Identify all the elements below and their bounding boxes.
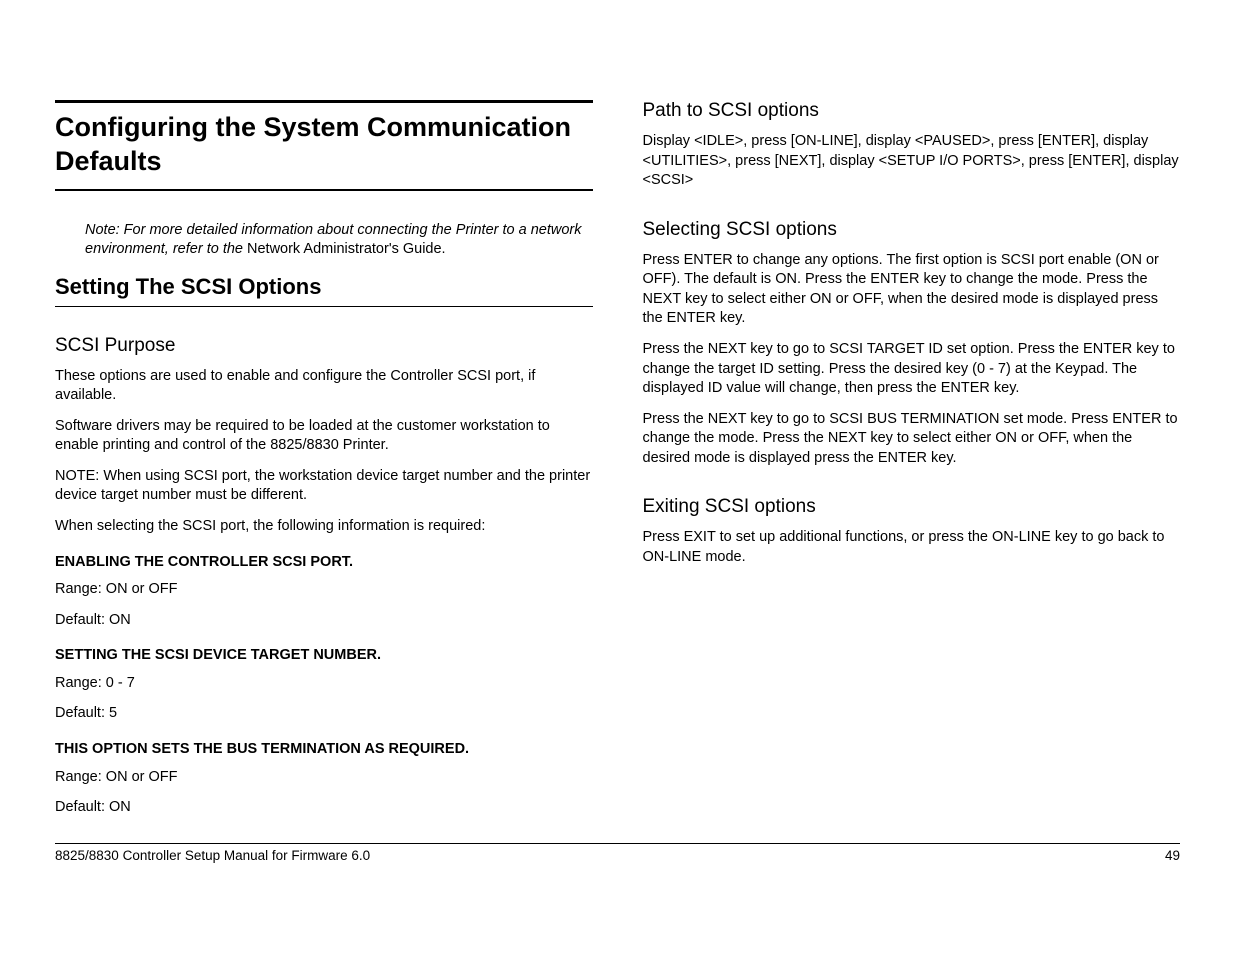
option-heading: SETTING THE SCSI DEVICE TARGET NUMBER. [55, 646, 593, 666]
note-roman: Network Administrator's Guide. [247, 241, 446, 257]
body-text: When selecting the SCSI port, the follow… [55, 517, 593, 537]
subsection-heading: SCSI Purpose [55, 335, 593, 357]
section-heading: Setting The SCSI Options [55, 274, 593, 307]
body-text: Press the NEXT key to go to SCSI BUS TER… [643, 410, 1181, 469]
option-range: Range: 0 - 7 [55, 674, 593, 694]
subsection-heading: Exiting SCSI options [643, 496, 1181, 518]
left-column: Configuring the System Communication Def… [55, 100, 593, 840]
option-range: Range: ON or OFF [55, 768, 593, 788]
subsection-heading: Path to SCSI options [643, 100, 1181, 122]
body-text: Software drivers may be required to be l… [55, 417, 593, 456]
option-range: Range: ON or OFF [55, 580, 593, 600]
subsection-heading: Selecting SCSI options [643, 219, 1181, 241]
option-default: Default: 5 [55, 704, 593, 724]
option-heading: THIS OPTION SETS THE BUS TERMINATION AS … [55, 740, 593, 760]
right-column: Path to SCSI options Display <IDLE>, pre… [643, 100, 1181, 840]
page-number: 49 [1165, 848, 1180, 863]
page-footer: 8825/8830 Controller Setup Manual for Fi… [55, 843, 1180, 863]
note-paragraph: Note: For more detailed information abou… [85, 221, 593, 260]
body-text: Press EXIT to set up additional function… [643, 528, 1181, 567]
chapter-title: Configuring the System Communication Def… [55, 100, 593, 191]
option-default: Default: ON [55, 798, 593, 818]
body-text: Display <IDLE>, press [ON-LINE], display… [643, 132, 1181, 191]
body-text: These options are used to enable and con… [55, 367, 593, 406]
option-heading: ENABLING THE CONTROLLER SCSI PORT. [55, 553, 593, 573]
footer-title: 8825/8830 Controller Setup Manual for Fi… [55, 848, 370, 863]
body-text: Press ENTER to change any options. The f… [643, 251, 1181, 329]
body-text: Press the NEXT key to go to SCSI TARGET … [643, 340, 1181, 399]
option-default: Default: ON [55, 611, 593, 631]
body-text: NOTE: When using SCSI port, the workstat… [55, 467, 593, 506]
